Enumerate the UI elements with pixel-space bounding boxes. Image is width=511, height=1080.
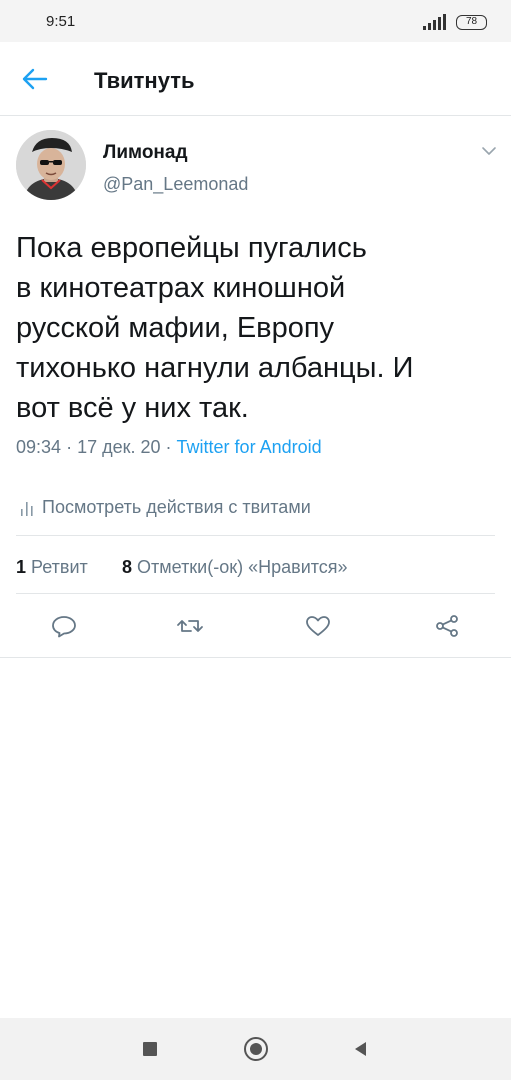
status-bar: 9:51 78 bbox=[0, 0, 511, 42]
recents-icon[interactable] bbox=[143, 1042, 157, 1056]
retweets-count: 1 bbox=[16, 557, 27, 577]
battery-level: 78 bbox=[465, 16, 478, 27]
bar-chart-icon bbox=[20, 500, 34, 516]
system-nav-bar bbox=[0, 1018, 511, 1080]
tweet-text-line: в кинотеатрах киношной bbox=[16, 272, 346, 304]
tweet-text: Пока европейцы пугались в кинотеатрах ки… bbox=[16, 228, 496, 428]
home-icon[interactable] bbox=[244, 1037, 268, 1061]
header: Твитнуть bbox=[0, 42, 511, 116]
tweet-activity-button[interactable]: Посмотреть действия с твитами bbox=[16, 482, 495, 536]
page-title: Твитнуть bbox=[94, 68, 195, 93]
tweet-source-link[interactable]: Twitter for Android bbox=[177, 437, 322, 457]
author-handle[interactable]: @Pan_Leemonad bbox=[103, 174, 248, 195]
tweet-date: 17 дек. 20 bbox=[77, 437, 161, 457]
retweets-stat[interactable]: 1 Ретвит bbox=[16, 557, 88, 578]
tweet-meta: 09:34 · 17 дек. 20 · Twitter for Android bbox=[16, 437, 322, 458]
tweet-text-line: вот всё у них так. bbox=[16, 392, 249, 424]
back-triangle-icon[interactable] bbox=[352, 1040, 368, 1058]
retweet-icon[interactable] bbox=[176, 614, 204, 638]
signal-icon bbox=[421, 12, 451, 32]
activity-label: Посмотреть действия с твитами bbox=[42, 497, 311, 517]
meta-separator: · bbox=[165, 437, 172, 457]
status-time: 9:51 bbox=[46, 13, 76, 30]
chevron-down-icon[interactable] bbox=[478, 142, 500, 160]
likes-stat[interactable]: 8 Отметки(-ок) «Нравится» bbox=[122, 557, 348, 578]
avatar[interactable] bbox=[16, 130, 86, 200]
share-icon[interactable] bbox=[433, 614, 461, 638]
arrow-left-icon[interactable] bbox=[20, 66, 52, 92]
tweet-text-line: тихонько нагнули албанцы. И bbox=[16, 352, 414, 384]
like-icon[interactable] bbox=[304, 614, 332, 638]
stats-row: 1 Ретвит 8 Отметки(-ок) «Нравится» bbox=[16, 536, 495, 594]
likes-label: Отметки(-ок) «Нравится» bbox=[137, 557, 348, 577]
reply-icon[interactable] bbox=[50, 614, 78, 638]
author-name[interactable]: Лимонад bbox=[103, 142, 188, 164]
tweet-text-line: русской мафии, Европу bbox=[16, 312, 335, 344]
tweet-text-line: Пока европейцы пугались bbox=[16, 232, 367, 264]
tweet-time: 09:34 bbox=[16, 437, 62, 457]
meta-separator: · bbox=[66, 437, 73, 457]
battery-icon: 78 bbox=[456, 15, 487, 30]
likes-count: 8 bbox=[122, 557, 133, 577]
actions-row bbox=[0, 594, 511, 658]
retweets-label: Ретвит bbox=[31, 557, 88, 577]
